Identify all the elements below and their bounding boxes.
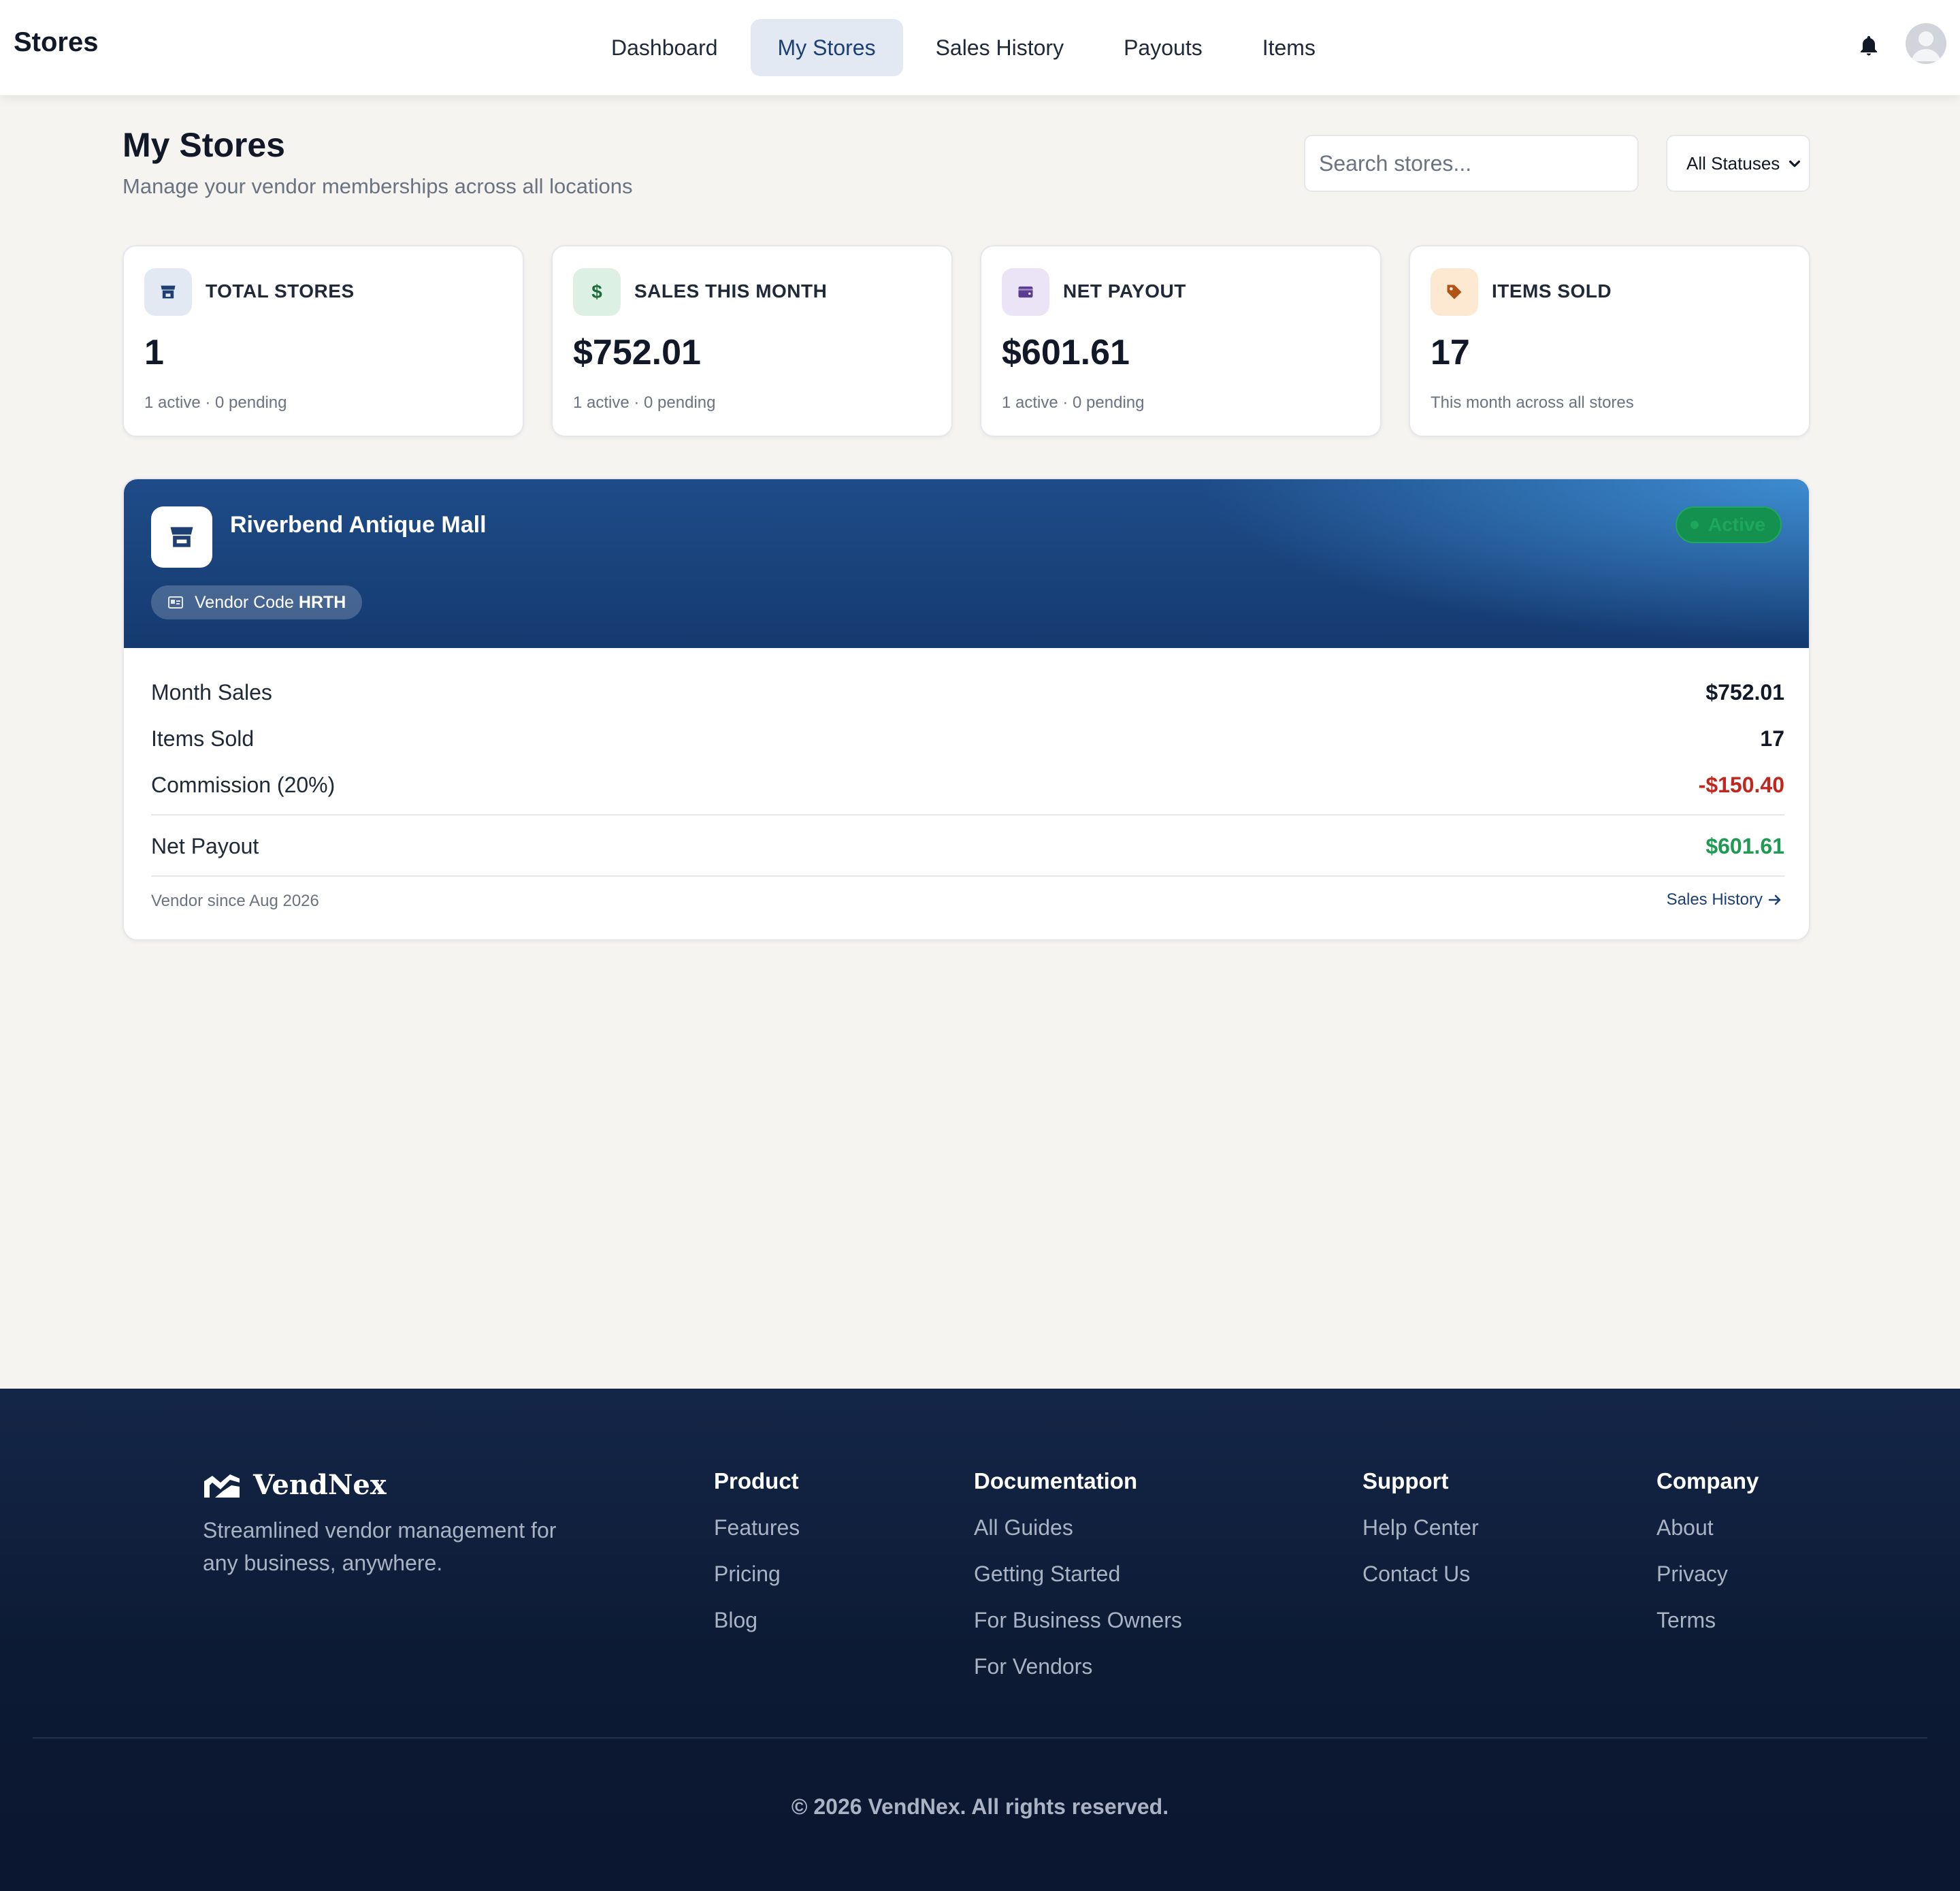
vendor-since-text: Vendor since Aug 2026 <box>151 892 319 910</box>
footer-col-documentation: Documentation All Guides Getting Started… <box>974 1465 1182 1696</box>
stat-card-sales-this-month: $ SALES THIS MONTH $752.01 1 active · 0 … <box>551 245 953 437</box>
top-navbar: Stores Dashboard My Stores Sales History… <box>0 0 1960 95</box>
items-sold-value: 17 <box>1760 726 1784 751</box>
vendnex-logo-icon <box>204 1474 240 1498</box>
footer-link-blog[interactable]: Blog <box>714 1604 800 1650</box>
stat-card-items-sold: ITEMS SOLD 17 This month across all stor… <box>1409 245 1810 437</box>
footer-col-title: Product <box>714 1468 799 1493</box>
stat-note: 1 active · 0 pending <box>573 393 716 412</box>
nav-my-stores[interactable]: My Stores <box>750 19 903 76</box>
id-card-icon <box>168 596 183 609</box>
footer-link-contact-us[interactable]: Contact Us <box>1362 1557 1479 1604</box>
footer-col-support: Support Help Center Contact Us <box>1362 1465 1479 1604</box>
sales-history-link-label: Sales History <box>1666 890 1763 909</box>
footer-link-pricing[interactable]: Pricing <box>714 1557 800 1604</box>
divider <box>151 875 1784 877</box>
items-sold-row: Items Sold 17 <box>151 722 1784 756</box>
footer-col-company: Company About Privacy Terms <box>1656 1465 1759 1650</box>
stat-note: This month across all stores <box>1431 393 1634 412</box>
chevron-down-icon <box>1788 160 1801 167</box>
footer-col-title: Support <box>1362 1468 1449 1493</box>
vendor-code-pill: Vendor Code HRTH <box>151 585 363 619</box>
nav-dashboard[interactable]: Dashboard <box>584 19 745 76</box>
footer-col-title: Company <box>1656 1468 1759 1493</box>
footer-divider <box>33 1737 1927 1739</box>
user-avatar[interactable] <box>1906 23 1946 64</box>
footer-col-product: Product Features Pricing Blog <box>714 1465 800 1650</box>
arrow-right-icon <box>1768 894 1781 905</box>
tag-icon <box>1431 268 1478 316</box>
commission-label: Commission (20%) <box>151 772 336 797</box>
status-filter-select[interactable]: All Statuses <box>1666 135 1810 192</box>
footer-brand-name: VendNex <box>253 1469 387 1501</box>
footer-link-features[interactable]: Features <box>714 1511 800 1557</box>
footer-link-about[interactable]: About <box>1656 1511 1759 1557</box>
month-sales-label: Month Sales <box>151 679 272 705</box>
items-sold-label: Items Sold <box>151 726 255 751</box>
store-card-header: Riverbend Antique Mall Vendor Code HRTH … <box>124 479 1809 648</box>
stat-label: SALES THIS MONTH <box>634 280 828 302</box>
store-name: Riverbend Antique Mall <box>230 512 487 538</box>
store-card[interactable]: Riverbend Antique Mall Vendor Code HRTH … <box>122 478 1810 941</box>
footer-link-help-center[interactable]: Help Center <box>1362 1511 1479 1557</box>
page-title: My Stores <box>122 126 285 164</box>
month-sales-row: Month Sales $752.01 <box>151 675 1784 709</box>
app-title: Stores <box>14 27 99 57</box>
search-stores-input[interactable] <box>1304 135 1639 192</box>
month-sales-value: $752.01 <box>1705 679 1784 705</box>
avatar-person-icon <box>1911 31 1941 61</box>
stat-label: TOTAL STORES <box>206 280 355 302</box>
footer-tagline: Streamlined vendor management for any bu… <box>203 1518 557 1575</box>
footer-link-all-guides[interactable]: All Guides <box>974 1511 1182 1557</box>
footer-col-title: Documentation <box>974 1468 1138 1493</box>
nav-payouts[interactable]: Payouts <box>1096 19 1230 76</box>
status-badge-label: Active <box>1708 514 1766 535</box>
commission-value: -$150.40 <box>1698 772 1784 797</box>
stat-value: $752.01 <box>573 333 701 372</box>
footer-link-terms[interactable]: Terms <box>1656 1604 1759 1650</box>
stat-value: 17 <box>1431 333 1470 372</box>
stat-note: 1 active · 0 pending <box>144 393 287 412</box>
net-payout-label: Net Payout <box>151 833 259 858</box>
sales-history-link[interactable]: Sales History <box>1667 890 1783 909</box>
store-icon <box>170 527 193 547</box>
copyright-text: © 2026 VendNex. All rights reserved. <box>791 1794 1169 1819</box>
stat-value: 1 <box>144 333 164 372</box>
status-badge: Active <box>1676 506 1782 543</box>
store-icon <box>144 268 192 316</box>
footer: VendNex Streamlined vendor management fo… <box>0 1389 1960 1891</box>
notification-bell-icon[interactable] <box>1857 33 1881 60</box>
footer-link-business-owners[interactable]: For Business Owners <box>974 1604 1182 1650</box>
stat-value: $601.61 <box>1002 333 1130 372</box>
stat-card-total-stores: TOTAL STORES 1 1 active · 0 pending <box>122 245 524 437</box>
stat-label: NET PAYOUT <box>1063 280 1186 302</box>
footer-link-privacy[interactable]: Privacy <box>1656 1557 1759 1604</box>
footer-link-getting-started[interactable]: Getting Started <box>974 1557 1182 1604</box>
page-subtitle: Manage your vendor memberships across al… <box>122 174 633 198</box>
net-payout-value: $601.61 <box>1705 833 1784 858</box>
dollar-icon: $ <box>573 268 621 316</box>
store-logo <box>151 506 212 568</box>
main-nav: Dashboard My Stores Sales History Payout… <box>584 19 1343 76</box>
status-dot-icon <box>1690 521 1699 529</box>
vendor-code-label: Vendor Code <box>195 592 294 612</box>
footer-brand[interactable]: VendNex <box>203 1469 387 1501</box>
divider <box>151 814 1784 815</box>
wallet-icon <box>1002 268 1049 316</box>
net-payout-row: Net Payout $601.61 <box>151 829 1784 863</box>
stat-note: 1 active · 0 pending <box>1002 393 1145 412</box>
vendor-code-value: HRTH <box>298 592 346 612</box>
commission-row: Commission (20%) -$150.40 <box>151 768 1784 802</box>
nav-sales-history[interactable]: Sales History <box>909 19 1092 76</box>
status-filter-value: All Statuses <box>1686 152 1780 174</box>
stat-label: ITEMS SOLD <box>1492 280 1612 302</box>
footer-link-vendors[interactable]: For Vendors <box>974 1650 1182 1696</box>
stat-card-net-payout: NET PAYOUT $601.61 1 active · 0 pending <box>980 245 1382 437</box>
nav-items[interactable]: Items <box>1235 19 1343 76</box>
